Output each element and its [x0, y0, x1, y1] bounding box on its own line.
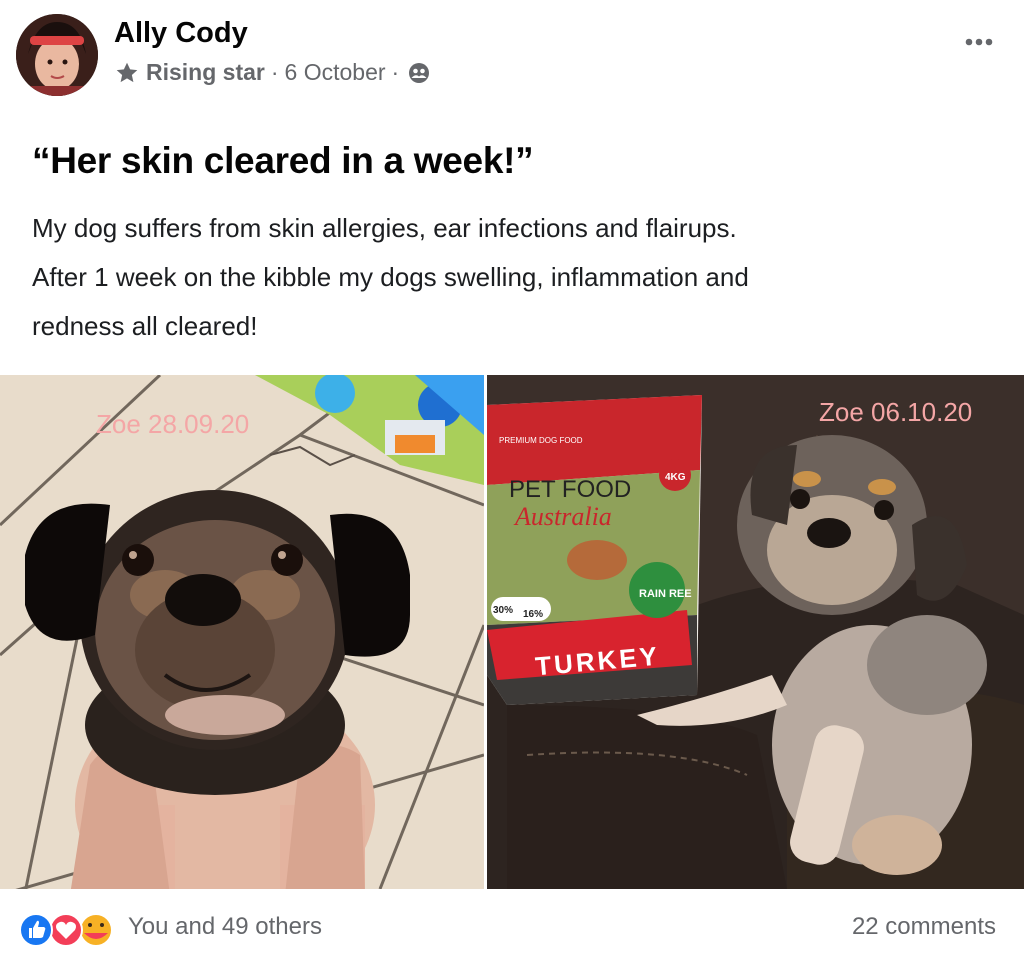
care-icon	[79, 913, 113, 947]
meta-separator: ·	[391, 59, 400, 85]
post-body-line: My dog suffers from skin allergies, ear …	[32, 213, 737, 243]
reactions-count[interactable]: You and 49 others	[128, 913, 322, 941]
post-header: Ally Cody Rising star · 6 October ·	[0, 0, 1024, 110]
rising-star-badge[interactable]: Rising star	[146, 59, 265, 86]
comments-count[interactable]: 22 comments	[852, 913, 996, 941]
meta-separator: ·	[270, 59, 279, 85]
author-name[interactable]: Ally Cody	[114, 17, 248, 50]
bag-stat-b: 16%	[523, 609, 543, 620]
bag-stat-a: 30%	[493, 605, 513, 616]
bag-badge: RAIN REE	[639, 588, 692, 600]
star-icon	[114, 60, 140, 86]
post-date[interactable]: 6 October	[285, 59, 386, 86]
post-footer: You and 49 others 22 comments	[0, 889, 1024, 968]
author-avatar[interactable]	[16, 14, 98, 96]
bag-small-text: PREMIUM DOG FOOD	[499, 436, 583, 445]
more-options-icon[interactable]	[962, 28, 996, 56]
photo-before[interactable]: Zoe 28.09.20	[0, 375, 484, 889]
photo-after[interactable]: PREMIUM DOG FOOD PET FOOD Australia 4KG …	[487, 375, 1024, 889]
photo-watermark: Zoe 06.10.20	[819, 397, 973, 427]
reaction-icons[interactable]	[18, 911, 118, 949]
bag-brand-line1: PET FOOD	[509, 476, 631, 503]
post-meta: Rising star · 6 October ·	[114, 59, 431, 86]
post-photos: Zoe 28.09.20 PREMIUM DOG FOOD PET FOOD A…	[0, 375, 1024, 889]
love-icon	[49, 913, 83, 947]
like-icon	[19, 913, 53, 947]
bag-weight: 4KG	[665, 472, 686, 483]
bag-brand-line2: Australia	[513, 502, 612, 531]
post-headline: “Her skin cleared in a week!”	[32, 140, 534, 181]
post-body-line: After 1 week on the kibble my dogs swell…	[32, 262, 749, 292]
photo-watermark: Zoe 28.09.20	[96, 409, 250, 439]
post-body: My dog suffers from skin allergies, ear …	[32, 204, 992, 351]
post-body-line: redness all cleared!	[32, 311, 258, 341]
friends-icon[interactable]	[407, 61, 431, 85]
